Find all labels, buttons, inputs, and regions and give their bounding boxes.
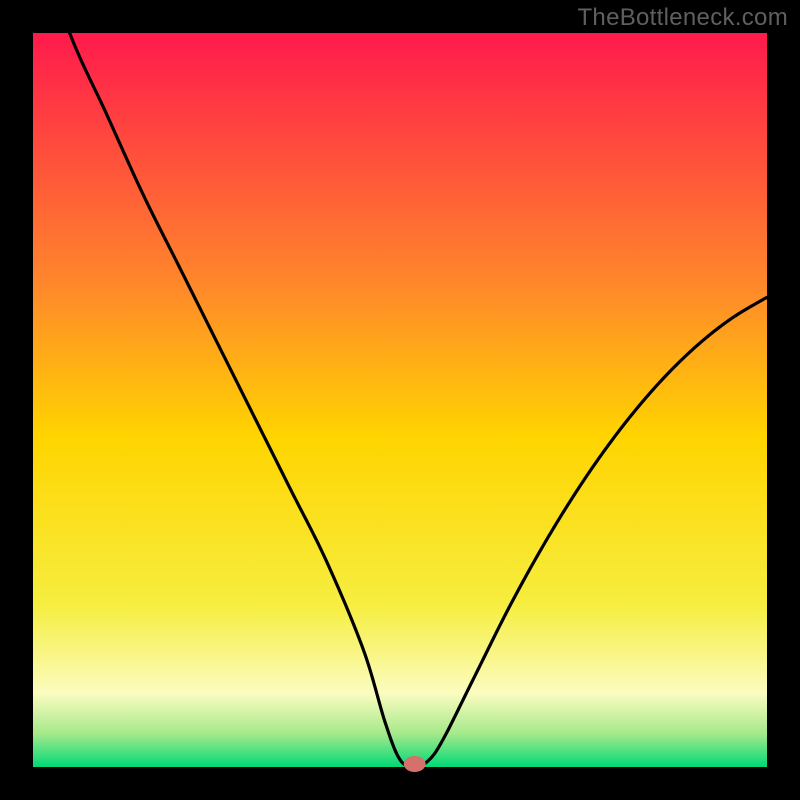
optimum-marker: [404, 756, 426, 772]
bottleneck-curve-chart: [0, 0, 800, 800]
chart-container: TheBottleneck.com: [0, 0, 800, 800]
attribution-label: TheBottleneck.com: [577, 4, 788, 32]
plot-background: [33, 33, 767, 767]
